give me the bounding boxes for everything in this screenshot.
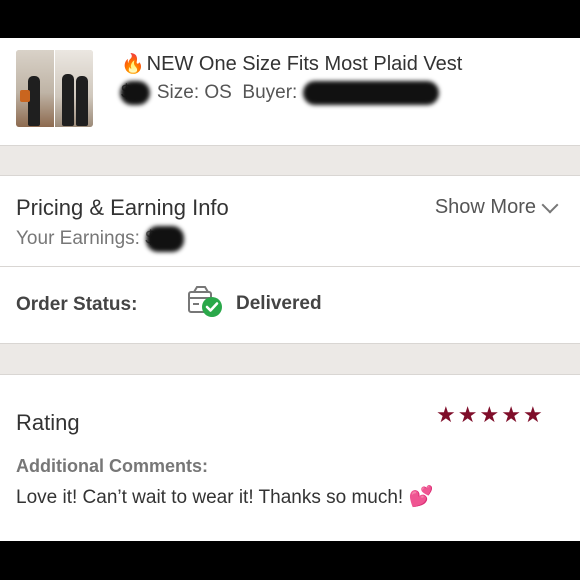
pricing-panel [0, 176, 580, 266]
show-more-label: Show More [434, 196, 536, 218]
chevron-down-icon [541, 196, 559, 213]
thumbnail-figure [28, 76, 40, 126]
thumbnail-bag [20, 90, 30, 102]
star-icon: ★ [522, 402, 543, 427]
package-delivered-icon [188, 286, 222, 317]
thumbnail-figure [76, 76, 88, 126]
star-icon: ★ [436, 402, 456, 427]
listing-title[interactable]: 🔥 NEW One Size Fits Most Plaid Vest [121, 52, 462, 76]
size-label: Size: OS [156, 82, 232, 104]
additional-comments-label: Additional Comments: [16, 456, 208, 476]
order-status-label: Order Status: [16, 294, 138, 315]
buyer-redaction [302, 81, 439, 105]
earnings-label: Your Earnings: [16, 228, 140, 250]
listing-details: $ Size: OS Buyer: [119, 81, 439, 105]
earnings-row: Your Earnings: $ [16, 226, 184, 252]
earnings-redaction [145, 226, 184, 252]
hearts-icon: 💕 [408, 486, 434, 508]
section-gap [0, 343, 580, 375]
listing-title-text: NEW One Size Fits Most Plaid Vest [146, 53, 463, 75]
section-gap [0, 145, 580, 176]
comment-body: Love it! Can’t wait to wear it! Thanks s… [16, 487, 404, 508]
star-icon: ★ [501, 402, 521, 427]
thumbnail-figure [62, 74, 74, 126]
bottom-black-bar [0, 541, 580, 580]
show-more-button[interactable]: Show More [434, 196, 559, 219]
pricing-title: Pricing & Earning Info [16, 195, 229, 220]
star-icon: ★ [457, 402, 478, 427]
order-status-value: Delivered [236, 293, 322, 314]
buyer-label: Buyer: [242, 82, 298, 104]
rating-stars: ★ ★ ★ ★ ★ [436, 404, 543, 426]
fire-icon: 🔥 [121, 54, 145, 75]
top-black-bar [0, 0, 580, 38]
listing-thumbnail[interactable] [16, 50, 93, 127]
star-icon: ★ [479, 402, 500, 427]
comment-text: Love it! Can’t wait to wear it! Thanks s… [16, 484, 433, 509]
rating-title: Rating [16, 410, 80, 435]
price-redaction [119, 81, 150, 105]
